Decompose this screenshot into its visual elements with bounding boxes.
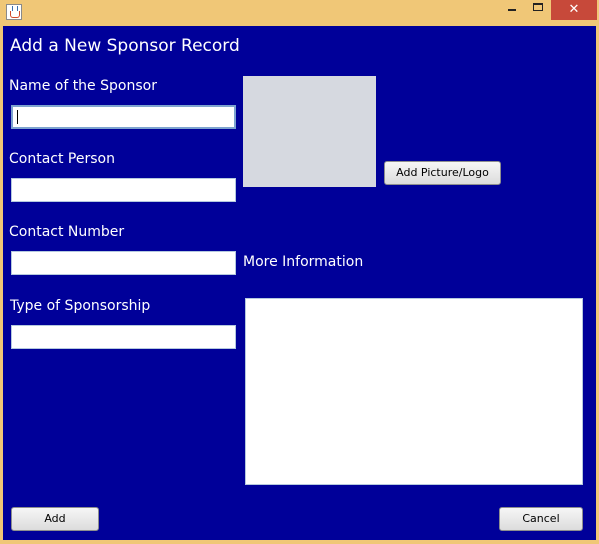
minimize-button[interactable] (499, 0, 525, 20)
sponsor-form-panel: Add a New Sponsor Record Name of the Spo… (3, 26, 596, 540)
contact-number-label: Contact Number (9, 224, 125, 240)
minimize-icon (508, 9, 516, 11)
title-bar: ✕ (0, 0, 599, 26)
close-icon: ✕ (568, 2, 580, 17)
contact-number-field[interactable] (11, 251, 236, 275)
java-cup-shape (10, 11, 20, 18)
more-info-textarea[interactable] (245, 298, 583, 485)
more-info-label: More Information (243, 254, 364, 270)
sponsorship-type-field[interactable] (11, 325, 236, 349)
add-button[interactable]: Add (11, 507, 99, 531)
java-icon (6, 4, 22, 20)
close-button[interactable]: ✕ (551, 0, 597, 20)
add-picture-button[interactable]: Add Picture/Logo (384, 161, 501, 185)
cancel-button[interactable]: Cancel (499, 507, 583, 531)
picture-preview (243, 76, 376, 187)
form-heading: Add a New Sponsor Record (10, 36, 240, 56)
sponsor-name-field[interactable] (11, 105, 236, 129)
contact-person-label: Contact Person (9, 151, 115, 167)
sponsor-name-label: Name of the Sponsor (9, 78, 157, 94)
contact-person-field[interactable] (11, 178, 236, 202)
maximize-button[interactable] (525, 0, 551, 20)
sponsorship-type-label: Type of Sponsorship (10, 298, 151, 314)
maximize-icon (533, 3, 543, 11)
text-caret (17, 110, 18, 124)
